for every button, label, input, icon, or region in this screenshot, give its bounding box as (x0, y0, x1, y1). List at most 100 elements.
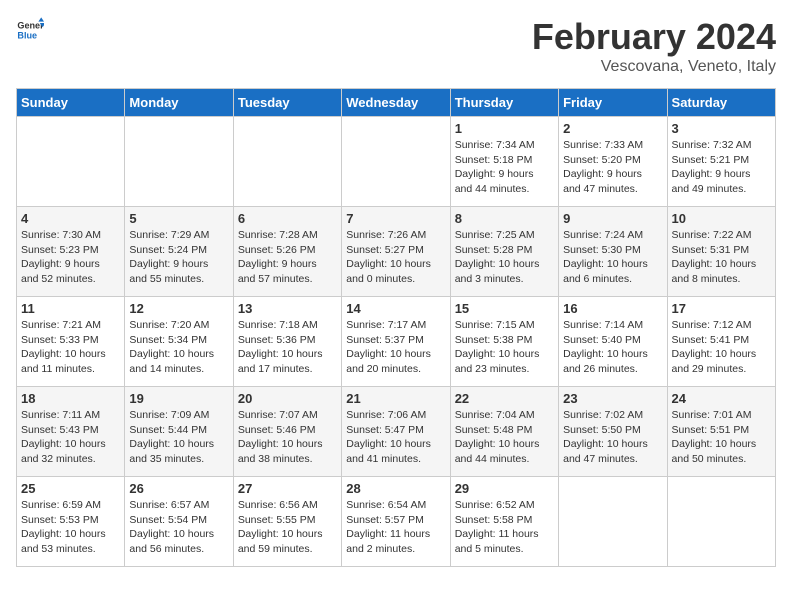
week-row-3: 11 Sunrise: 7:21 AM Sunset: 5:33 PM Dayli… (17, 297, 776, 387)
day-info: Sunrise: 7:25 AM Sunset: 5:28 PM Dayligh… (455, 228, 554, 287)
day-cell: 23 Sunrise: 7:02 AM Sunset: 5:50 PM Dayli… (559, 387, 667, 477)
day-cell: 4Sunrise: 7:30 AM Sunset: 5:23 PM Daylig… (17, 207, 125, 297)
day-cell: 28 Sunrise: 6:54 AM Sunset: 5:57 PM Dayli… (342, 477, 450, 567)
day-cell: 5 Sunrise: 7:29 AM Sunset: 5:24 PM Daylig… (125, 207, 233, 297)
day-cell: 16 Sunrise: 7:14 AM Sunset: 5:40 PM Dayli… (559, 297, 667, 387)
day-cell (17, 117, 125, 207)
day-number: 27 (238, 481, 337, 496)
day-cell: 21Sunrise: 7:06 AM Sunset: 5:47 PM Dayli… (342, 387, 450, 477)
day-info: Sunrise: 7:34 AM Sunset: 5:18 PM Dayligh… (455, 138, 554, 197)
main-title: February 2024 (532, 16, 776, 58)
day-info: Sunrise: 7:24 AM Sunset: 5:30 PM Dayligh… (563, 228, 662, 287)
day-number: 24 (672, 391, 771, 406)
day-info: Sunrise: 6:52 AM Sunset: 5:58 PM Dayligh… (455, 498, 554, 557)
day-cell: 10 Sunrise: 7:22 AM Sunset: 5:31 PM Dayli… (667, 207, 775, 297)
day-cell: 17 Sunrise: 7:12 AM Sunset: 5:41 PM Dayli… (667, 297, 775, 387)
day-info: Sunrise: 7:32 AM Sunset: 5:21 PM Dayligh… (672, 138, 771, 197)
svg-text:Blue: Blue (17, 30, 37, 40)
week-row-5: 25Sunrise: 6:59 AM Sunset: 5:53 PM Dayli… (17, 477, 776, 567)
day-info: Sunrise: 6:56 AM Sunset: 5:55 PM Dayligh… (238, 498, 337, 557)
day-number: 14 (346, 301, 445, 316)
day-number: 21 (346, 391, 445, 406)
day-info: Sunrise: 7:15 AM Sunset: 5:38 PM Dayligh… (455, 318, 554, 377)
day-info: Sunrise: 7:18 AM Sunset: 5:36 PM Dayligh… (238, 318, 337, 377)
day-info: Sunrise: 7:33 AM Sunset: 5:20 PM Dayligh… (563, 138, 662, 197)
day-number: 28 (346, 481, 445, 496)
day-cell: 8 Sunrise: 7:25 AM Sunset: 5:28 PM Daylig… (450, 207, 558, 297)
day-info: Sunrise: 7:20 AM Sunset: 5:34 PM Dayligh… (129, 318, 228, 377)
day-cell: 2 Sunrise: 7:33 AM Sunset: 5:20 PM Daylig… (559, 117, 667, 207)
day-number: 17 (672, 301, 771, 316)
day-cell: 24Sunrise: 7:01 AM Sunset: 5:51 PM Dayli… (667, 387, 775, 477)
day-cell (342, 117, 450, 207)
day-info: Sunrise: 7:09 AM Sunset: 5:44 PM Dayligh… (129, 408, 228, 467)
weekday-header-tuesday: Tuesday (233, 89, 341, 117)
day-info: Sunrise: 7:17 AM Sunset: 5:37 PM Dayligh… (346, 318, 445, 377)
day-number: 26 (129, 481, 228, 496)
day-number: 15 (455, 301, 554, 316)
day-number: 5 (129, 211, 228, 226)
day-number: 10 (672, 211, 771, 226)
header: General Blue February 2024 Vescovana, Ve… (16, 16, 776, 76)
day-cell: 22 Sunrise: 7:04 AM Sunset: 5:48 PM Dayli… (450, 387, 558, 477)
day-info: Sunrise: 6:54 AM Sunset: 5:57 PM Dayligh… (346, 498, 445, 557)
weekday-header-friday: Friday (559, 89, 667, 117)
day-cell (233, 117, 341, 207)
day-info: Sunrise: 7:11 AM Sunset: 5:43 PM Dayligh… (21, 408, 120, 467)
day-cell: 1 Sunrise: 7:34 AM Sunset: 5:18 PM Daylig… (450, 117, 558, 207)
day-cell: 15 Sunrise: 7:15 AM Sunset: 5:38 PM Dayli… (450, 297, 558, 387)
day-info: Sunrise: 7:02 AM Sunset: 5:50 PM Dayligh… (563, 408, 662, 467)
day-number: 20 (238, 391, 337, 406)
day-cell: 6Sunrise: 7:28 AM Sunset: 5:26 PM Daylig… (233, 207, 341, 297)
day-number: 2 (563, 121, 662, 136)
day-cell: 3Sunrise: 7:32 AM Sunset: 5:21 PM Daylig… (667, 117, 775, 207)
day-info: Sunrise: 6:59 AM Sunset: 5:53 PM Dayligh… (21, 498, 120, 557)
day-cell: 14 Sunrise: 7:17 AM Sunset: 5:37 PM Dayli… (342, 297, 450, 387)
day-number: 22 (455, 391, 554, 406)
day-number: 8 (455, 211, 554, 226)
weekday-header-thursday: Thursday (450, 89, 558, 117)
day-cell: 13 Sunrise: 7:18 AM Sunset: 5:36 PM Dayli… (233, 297, 341, 387)
day-cell: 26Sunrise: 6:57 AM Sunset: 5:54 PM Dayli… (125, 477, 233, 567)
day-cell: 9 Sunrise: 7:24 AM Sunset: 5:30 PM Daylig… (559, 207, 667, 297)
logo-icon: General Blue (16, 16, 44, 44)
day-info: Sunrise: 7:30 AM Sunset: 5:23 PM Dayligh… (21, 228, 120, 287)
day-info: Sunrise: 7:14 AM Sunset: 5:40 PM Dayligh… (563, 318, 662, 377)
day-number: 19 (129, 391, 228, 406)
day-cell: 27 Sunrise: 6:56 AM Sunset: 5:55 PM Dayli… (233, 477, 341, 567)
day-number: 13 (238, 301, 337, 316)
weekday-header-row: SundayMondayTuesdayWednesdayThursdayFrid… (17, 89, 776, 117)
day-number: 18 (21, 391, 120, 406)
weekday-header-wednesday: Wednesday (342, 89, 450, 117)
day-number: 11 (21, 301, 120, 316)
calendar-table: SundayMondayTuesdayWednesdayThursdayFrid… (16, 88, 776, 567)
day-info: Sunrise: 7:29 AM Sunset: 5:24 PM Dayligh… (129, 228, 228, 287)
day-cell (559, 477, 667, 567)
day-cell: 29Sunrise: 6:52 AM Sunset: 5:58 PM Dayli… (450, 477, 558, 567)
subtitle: Vescovana, Veneto, Italy (532, 58, 776, 76)
day-cell: 11 Sunrise: 7:21 AM Sunset: 5:33 PM Dayli… (17, 297, 125, 387)
logo: General Blue (16, 16, 44, 44)
day-cell: 19 Sunrise: 7:09 AM Sunset: 5:44 PM Dayli… (125, 387, 233, 477)
week-row-4: 18 Sunrise: 7:11 AM Sunset: 5:43 PM Dayli… (17, 387, 776, 477)
day-number: 9 (563, 211, 662, 226)
day-number: 1 (455, 121, 554, 136)
day-number: 23 (563, 391, 662, 406)
day-cell: 20Sunrise: 7:07 AM Sunset: 5:46 PM Dayli… (233, 387, 341, 477)
day-info: Sunrise: 7:12 AM Sunset: 5:41 PM Dayligh… (672, 318, 771, 377)
day-info: Sunrise: 7:21 AM Sunset: 5:33 PM Dayligh… (21, 318, 120, 377)
day-info: Sunrise: 7:04 AM Sunset: 5:48 PM Dayligh… (455, 408, 554, 467)
day-cell: 12 Sunrise: 7:20 AM Sunset: 5:34 PM Dayli… (125, 297, 233, 387)
day-info: Sunrise: 7:22 AM Sunset: 5:31 PM Dayligh… (672, 228, 771, 287)
week-row-2: 4Sunrise: 7:30 AM Sunset: 5:23 PM Daylig… (17, 207, 776, 297)
day-cell: 7Sunrise: 7:26 AM Sunset: 5:27 PM Daylig… (342, 207, 450, 297)
weekday-header-saturday: Saturday (667, 89, 775, 117)
week-row-1: 1 Sunrise: 7:34 AM Sunset: 5:18 PM Daylig… (17, 117, 776, 207)
day-cell (125, 117, 233, 207)
day-number: 12 (129, 301, 228, 316)
day-cell (667, 477, 775, 567)
day-number: 6 (238, 211, 337, 226)
day-number: 16 (563, 301, 662, 316)
svg-text:General: General (17, 21, 44, 31)
day-cell: 18 Sunrise: 7:11 AM Sunset: 5:43 PM Dayli… (17, 387, 125, 477)
